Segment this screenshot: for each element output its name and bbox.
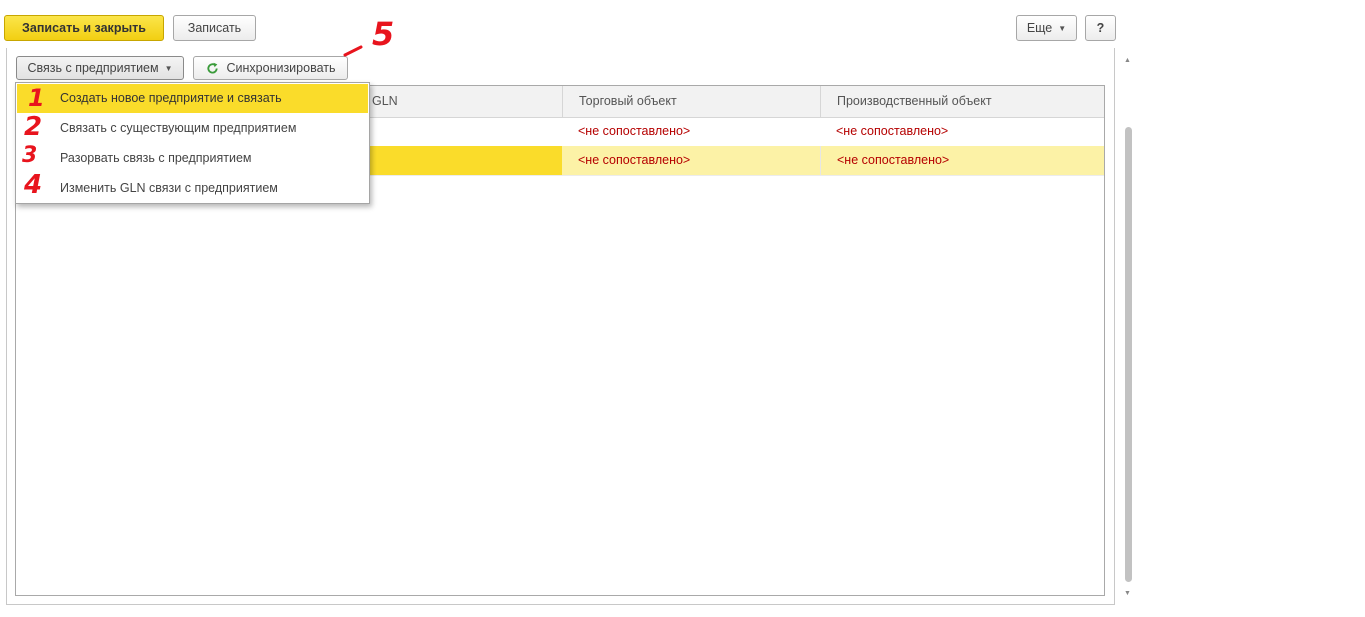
annotation-2: 2 — [24, 112, 43, 142]
column-header-production-object[interactable]: Производственный объект — [820, 86, 1104, 117]
annotation-5-dash — [343, 45, 363, 57]
table-cell-trade-object[interactable]: <не сопоставлено> — [562, 117, 820, 146]
more-menu-button[interactable]: Еще ▼ — [1016, 15, 1077, 41]
more-label: Еще — [1026, 21, 1053, 35]
link-enterprise-label: Связь с предприятием — [27, 61, 159, 75]
save-button[interactable]: Записать — [173, 15, 256, 41]
annotation-1: 1 — [28, 84, 45, 112]
link-enterprise-button[interactable]: Связь с предприятием ▼ — [16, 56, 184, 80]
table-cell-production-object[interactable]: <не сопоставлено> — [820, 117, 1104, 146]
chevron-down-icon: ▼ — [1058, 23, 1067, 33]
sync-label: Синхронизировать — [226, 61, 336, 75]
menu-item-change-gln[interactable]: Изменить GLN связи с предприятием — [17, 174, 368, 203]
scroll-down-arrow-icon[interactable]: ▼ — [1124, 590, 1131, 597]
annotation-4: 4 — [24, 170, 43, 200]
annotation-5: 5 — [372, 15, 395, 53]
refresh-icon — [206, 62, 219, 75]
menu-item-unlink[interactable]: Разорвать связь с предприятием — [17, 144, 368, 173]
scroll-up-arrow-icon[interactable]: ▲ — [1124, 57, 1131, 64]
chevron-down-icon: ▼ — [164, 63, 173, 73]
sync-button[interactable]: Синхронизировать — [193, 56, 348, 80]
table-cell-trade-object[interactable]: <не сопоставлено> — [562, 146, 820, 175]
help-label: ? — [1096, 21, 1105, 35]
save-label: Записать — [187, 21, 242, 35]
column-header-trade-object[interactable]: Торговый объект — [562, 86, 820, 117]
scrollbar-thumb[interactable] — [1125, 127, 1132, 582]
help-button[interactable]: ? — [1085, 15, 1116, 41]
save-and-close-button[interactable]: Записать и закрыть — [4, 15, 164, 41]
menu-item-create-and-link[interactable]: Создать новое предприятие и связать — [17, 84, 368, 113]
table-cell-production-object[interactable]: <не сопоставлено> — [820, 146, 1104, 175]
link-enterprise-menu: Создать новое предприятие и связать Связ… — [15, 82, 370, 204]
annotation-3: 3 — [22, 143, 38, 168]
menu-item-link-existing[interactable]: Связать с существующим предприятием — [17, 114, 368, 143]
save-and-close-label: Записать и закрыть — [22, 21, 146, 35]
